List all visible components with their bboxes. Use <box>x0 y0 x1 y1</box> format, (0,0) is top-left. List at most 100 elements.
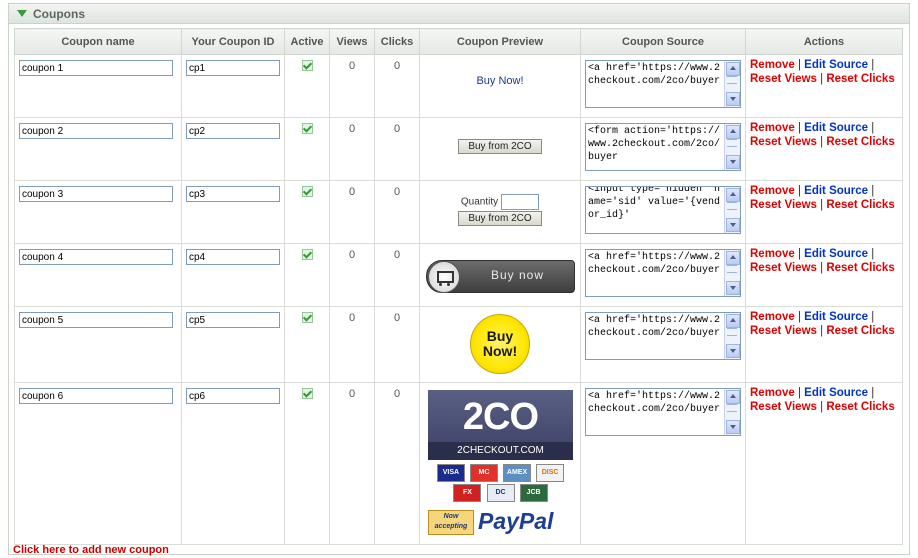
scroll-down-icon[interactable] <box>726 344 740 358</box>
coupon-id-input[interactable] <box>186 388 280 404</box>
coupon-source-textarea[interactable]: <a href='https://www.2checkout.com/2co/b… <box>585 312 741 360</box>
edit-source-link[interactable]: Edit Source <box>804 387 868 399</box>
reset-views-link[interactable]: Reset Views <box>750 73 817 85</box>
reset-clicks-link[interactable]: Reset Clicks <box>826 136 894 148</box>
scroll-up-icon[interactable] <box>726 125 740 139</box>
coupon-name-input[interactable] <box>19 388 173 404</box>
col-coupon-id: Your Coupon ID <box>181 28 285 55</box>
active-checkbox[interactable] <box>301 186 313 197</box>
scroll-down-icon[interactable] <box>726 218 740 232</box>
active-checkbox[interactable] <box>301 60 313 71</box>
scroll-thumb[interactable] <box>727 328 737 336</box>
buy-now-image-button[interactable]: Buy now <box>426 260 575 293</box>
reset-views-link[interactable]: Reset Views <box>750 325 817 337</box>
buy-now-starburst-button[interactable]: Buy Now! <box>470 314 530 374</box>
scroll-down-icon[interactable] <box>726 155 740 169</box>
remove-link[interactable]: Remove <box>750 387 795 399</box>
scrollbar[interactable] <box>724 124 740 170</box>
reset-views-link[interactable]: Reset Views <box>750 262 817 274</box>
coupon-id-input[interactable] <box>186 249 280 265</box>
coupon-id-input[interactable] <box>186 312 280 328</box>
preview-buy-now-link[interactable]: Buy Now! <box>420 75 580 87</box>
scroll-down-icon[interactable] <box>726 92 740 106</box>
scroll-thumb[interactable] <box>727 76 737 84</box>
2co-logo[interactable]: 2CO 2CHECKOUT.COM <box>428 390 573 460</box>
reset-clicks-link[interactable]: Reset Clicks <box>826 199 894 211</box>
coupon-name-input[interactable] <box>19 249 173 265</box>
separator: | <box>820 401 824 413</box>
scroll-up-icon[interactable] <box>726 314 740 328</box>
reset-views-link[interactable]: Reset Views <box>750 199 817 211</box>
reset-clicks-link[interactable]: Reset Clicks <box>826 325 894 337</box>
coupon-name-input[interactable] <box>19 60 173 76</box>
scroll-thumb[interactable] <box>727 265 737 273</box>
separator: | <box>871 387 875 399</box>
coupon-id-input[interactable] <box>186 186 280 202</box>
clicks-count: 0 <box>393 186 401 198</box>
coupon-source-textarea[interactable]: <input type='hidden' name='sid' value='{… <box>585 186 741 234</box>
scroll-up-icon[interactable] <box>726 251 740 265</box>
panel-title: Coupons <box>33 6 85 21</box>
scrollbar[interactable] <box>724 61 740 107</box>
edit-source-link[interactable]: Edit Source <box>804 122 868 134</box>
edit-source-link[interactable]: Edit Source <box>804 185 868 197</box>
coupon-source-textarea[interactable]: <a href='https://www.2checkout.com/2co/b… <box>585 249 741 297</box>
coupon-id-input[interactable] <box>186 123 280 139</box>
payment-cards: VISA MC AMEX DISC FX DC JCB <box>428 463 573 503</box>
scrollbar[interactable] <box>724 389 740 435</box>
remove-link[interactable]: Remove <box>750 122 795 134</box>
coupon-source-textarea[interactable]: <a href='https://www.2checkout.com/2co/b… <box>585 388 741 436</box>
scroll-up-icon[interactable] <box>726 390 740 404</box>
remove-link[interactable]: Remove <box>750 59 795 71</box>
scroll-up-icon[interactable] <box>726 62 740 76</box>
table-row: 0 0 Quantity Buy from 2CO <input type='h… <box>14 180 903 244</box>
coupon-name-input[interactable] <box>19 123 173 139</box>
reset-clicks-link[interactable]: Reset Clicks <box>826 401 894 413</box>
scroll-down-icon[interactable] <box>726 281 740 295</box>
coupon-source-textarea[interactable]: <form action='https://www.2checkout.com/… <box>585 123 741 171</box>
add-new-coupon-link[interactable]: Click here to add new coupon <box>13 544 169 556</box>
coupon-id-input[interactable] <box>186 60 280 76</box>
paypal-badge[interactable]: Now accepting PayPal <box>428 508 573 536</box>
table-row: 0 0 2CO 2CHECKOUT.COM VISA MC AMEX DISC … <box>14 382 903 545</box>
reset-clicks-link[interactable]: Reset Clicks <box>826 262 894 274</box>
coupon-source-textarea[interactable]: <a href='https://www.2checkout.com/2co/b… <box>585 60 741 108</box>
scroll-up-icon[interactable] <box>726 188 740 202</box>
reset-clicks-link[interactable]: Reset Clicks <box>826 73 894 85</box>
scroll-thumb[interactable] <box>727 404 737 412</box>
views-count: 0 <box>348 60 356 72</box>
discover-icon: DISC <box>536 464 565 482</box>
separator: | <box>797 59 801 71</box>
coupon-name-input[interactable] <box>19 186 173 202</box>
active-checkbox[interactable] <box>301 388 313 399</box>
remove-link[interactable]: Remove <box>750 311 795 323</box>
col-views: Views <box>329 28 375 55</box>
col-clicks: Clicks <box>374 28 420 55</box>
coupons-table: Coupon name Your Coupon ID Active Views … <box>14 28 903 545</box>
scroll-thumb[interactable] <box>727 202 737 210</box>
edit-source-link[interactable]: Edit Source <box>804 59 868 71</box>
active-checkbox[interactable] <box>301 249 313 260</box>
scroll-down-icon[interactable] <box>726 420 740 434</box>
active-checkbox[interactable] <box>301 123 313 134</box>
clicks-count: 0 <box>393 123 401 135</box>
preview-buy-button[interactable]: Buy from 2CO <box>458 211 542 226</box>
separator: | <box>820 199 824 211</box>
separator: | <box>820 262 824 274</box>
scrollbar[interactable] <box>724 313 740 359</box>
remove-link[interactable]: Remove <box>750 248 795 260</box>
active-checkbox[interactable] <box>301 312 313 323</box>
remove-link[interactable]: Remove <box>750 185 795 197</box>
collapse-triangle-icon[interactable] <box>17 10 27 17</box>
scrollbar[interactable] <box>724 250 740 296</box>
edit-source-link[interactable]: Edit Source <box>804 248 868 260</box>
scroll-thumb[interactable] <box>727 139 737 147</box>
reset-views-link[interactable]: Reset Views <box>750 401 817 413</box>
reset-views-link[interactable]: Reset Views <box>750 136 817 148</box>
panel-header[interactable]: Coupons <box>9 4 909 24</box>
scrollbar[interactable] <box>724 187 740 233</box>
edit-source-link[interactable]: Edit Source <box>804 311 868 323</box>
preview-buy-button[interactable]: Buy from 2CO <box>458 139 542 154</box>
quantity-input[interactable] <box>501 194 540 210</box>
coupon-name-input[interactable] <box>19 312 173 328</box>
